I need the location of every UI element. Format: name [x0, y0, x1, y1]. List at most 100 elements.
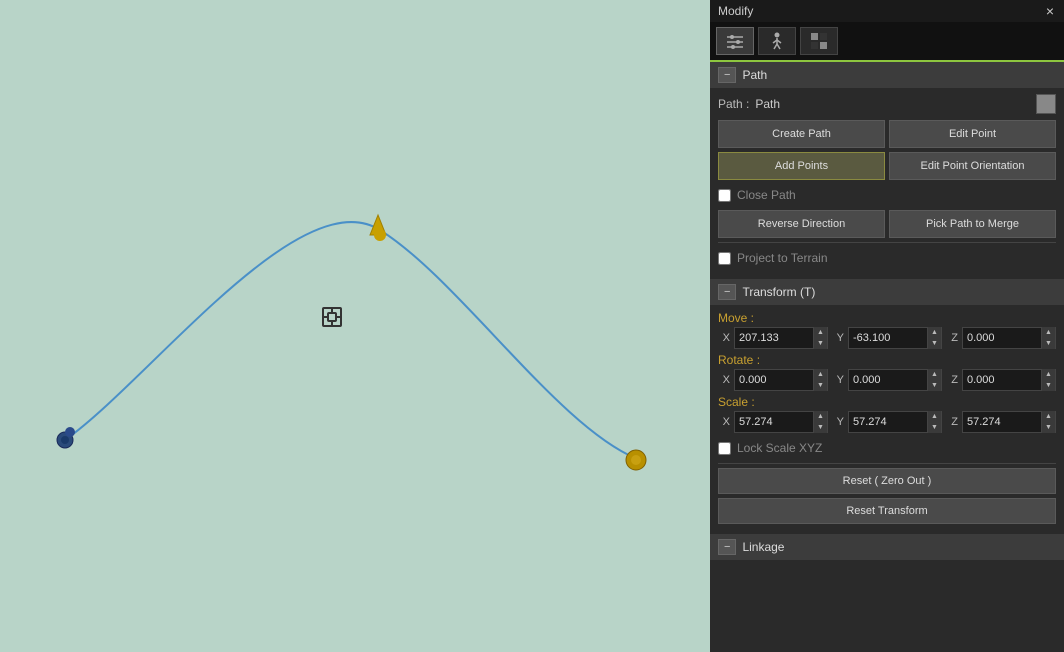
lock-scale-checkbox[interactable]	[718, 442, 731, 455]
figure-icon	[767, 31, 787, 51]
add-points-button[interactable]: Add Points	[718, 152, 885, 180]
window-title: Modify	[718, 4, 753, 18]
rotate-z-spinners: ▲ ▼	[1041, 369, 1055, 391]
canvas-viewport[interactable]	[0, 0, 710, 652]
scale-y-down[interactable]: ▼	[927, 422, 941, 433]
move-y-input-wrap: ▲ ▼	[848, 327, 942, 349]
move-z-axis-label: Z	[946, 332, 958, 344]
project-to-terrain-label: Project to Terrain	[737, 251, 828, 265]
scale-x-input-wrap: ▲ ▼	[734, 411, 828, 433]
sliders-icon	[725, 33, 745, 49]
move-label: Move :	[718, 311, 754, 325]
btn-grid-row3: Reverse Direction Pick Path to Merge	[718, 210, 1056, 238]
transform-section-header: − Transform (T)	[710, 279, 1064, 305]
close-button[interactable]: ×	[1044, 3, 1056, 19]
path-section-body: Path : Path Create Path Edit Point Add P…	[710, 88, 1064, 279]
move-z-input[interactable]	[963, 328, 1041, 348]
path-color-box[interactable]	[1036, 94, 1056, 114]
rotate-y-down[interactable]: ▼	[927, 380, 941, 391]
move-y-input[interactable]	[849, 328, 927, 348]
rotate-z-input-wrap: ▲ ▼	[962, 369, 1056, 391]
rotate-z-up[interactable]: ▲	[1041, 369, 1055, 380]
tab-figure[interactable]	[758, 27, 796, 55]
path-row: Path : Path	[718, 94, 1056, 114]
linkage-collapse-button[interactable]: −	[718, 539, 736, 555]
linkage-section-title: Linkage	[742, 540, 784, 554]
scale-z-axis-label: Z	[946, 416, 958, 428]
move-y-up[interactable]: ▲	[927, 327, 941, 338]
move-x-input-wrap: 207.133 ▲ ▼	[734, 327, 828, 349]
btn-grid-row1: Create Path Edit Point	[718, 120, 1056, 148]
transform-section-body: Move : X 207.133 ▲ ▼ Y ▲ ▼ Z	[710, 305, 1064, 534]
rotate-z-input[interactable]	[963, 370, 1041, 390]
scale-label: Scale :	[718, 395, 755, 409]
move-z-input-wrap: ▲ ▼	[962, 327, 1056, 349]
close-path-row: Close Path	[718, 184, 1056, 206]
move-x-up[interactable]: ▲	[813, 327, 827, 338]
scale-y-input-wrap: ▲ ▼	[848, 411, 942, 433]
path-section-header: − Path	[710, 62, 1064, 88]
tab-bar	[710, 22, 1064, 62]
linkage-section-header: − Linkage	[710, 534, 1064, 560]
scale-z-up[interactable]: ▲	[1041, 411, 1055, 422]
close-path-checkbox[interactable]	[718, 189, 731, 202]
create-path-button[interactable]: Create Path	[718, 120, 885, 148]
rotate-x-up[interactable]: ▲	[813, 369, 827, 380]
move-row: X 207.133 ▲ ▼ Y ▲ ▼ Z ▲	[718, 327, 1056, 349]
move-z-up[interactable]: ▲	[1041, 327, 1055, 338]
path-section-title: Path	[742, 68, 767, 82]
move-y-down[interactable]: ▼	[927, 338, 941, 349]
btn-grid-row2: Add Points Edit Point Orientation	[718, 152, 1056, 180]
move-y-axis-label: Y	[832, 332, 844, 344]
scale-y-input[interactable]	[849, 412, 927, 432]
scale-z-down[interactable]: ▼	[1041, 422, 1055, 433]
scale-x-spinners: ▲ ▼	[813, 411, 827, 433]
separator-1	[718, 242, 1056, 243]
rotate-row: X ▲ ▼ Y ▲ ▼ Z ▲ ▼	[718, 369, 1056, 391]
move-x-spinners: ▲ ▼	[813, 327, 827, 349]
project-to-terrain-checkbox[interactable]	[718, 252, 731, 265]
right-panel: Modify ×	[710, 0, 1064, 652]
scale-y-up[interactable]: ▲	[927, 411, 941, 422]
rotate-x-spinners: ▲ ▼	[813, 369, 827, 391]
edit-point-button[interactable]: Edit Point	[889, 120, 1056, 148]
checkerboard-icon	[809, 31, 829, 51]
edit-point-orientation-button[interactable]: Edit Point Orientation	[889, 152, 1056, 180]
rotate-x-input-wrap: ▲ ▼	[734, 369, 828, 391]
path-label: Path :	[718, 97, 749, 111]
reverse-direction-button[interactable]: Reverse Direction	[718, 210, 885, 238]
lock-scale-row: Lock Scale XYZ	[718, 437, 1056, 459]
rotate-label: Rotate :	[718, 353, 760, 367]
transform-collapse-button[interactable]: −	[718, 284, 736, 300]
scale-x-input[interactable]	[735, 412, 813, 432]
move-x-input[interactable]: 207.133	[735, 328, 813, 348]
rotate-z-down[interactable]: ▼	[1041, 380, 1055, 391]
rotate-y-input-wrap: ▲ ▼	[848, 369, 942, 391]
transform-section-title: Transform (T)	[742, 285, 815, 299]
close-path-label: Close Path	[737, 188, 796, 202]
reset-zero-button[interactable]: Reset ( Zero Out )	[718, 468, 1056, 494]
scale-y-axis-label: Y	[832, 416, 844, 428]
rotate-y-up[interactable]: ▲	[927, 369, 941, 380]
scale-x-down[interactable]: ▼	[813, 422, 827, 433]
rotate-y-input[interactable]	[849, 370, 927, 390]
move-x-down[interactable]: ▼	[813, 338, 827, 349]
lock-scale-label: Lock Scale XYZ	[737, 441, 822, 455]
pick-path-to-merge-button[interactable]: Pick Path to Merge	[889, 210, 1056, 238]
reset-transform-button[interactable]: Reset Transform	[718, 498, 1056, 524]
tab-checkerboard[interactable]	[800, 27, 838, 55]
scale-z-spinners: ▲ ▼	[1041, 411, 1055, 433]
rotate-y-spinners: ▲ ▼	[927, 369, 941, 391]
rotate-y-axis-label: Y	[832, 374, 844, 386]
scale-y-spinners: ▲ ▼	[927, 411, 941, 433]
rotate-z-axis-label: Z	[946, 374, 958, 386]
scale-z-input[interactable]	[963, 412, 1041, 432]
tab-sliders[interactable]	[716, 27, 754, 55]
rotate-x-input[interactable]	[735, 370, 813, 390]
move-z-down[interactable]: ▼	[1041, 338, 1055, 349]
scale-x-up[interactable]: ▲	[813, 411, 827, 422]
path-collapse-button[interactable]: −	[718, 67, 736, 83]
rotate-x-down[interactable]: ▼	[813, 380, 827, 391]
path-value: Path	[755, 97, 780, 111]
scale-row: X ▲ ▼ Y ▲ ▼ Z ▲ ▼	[718, 411, 1056, 433]
